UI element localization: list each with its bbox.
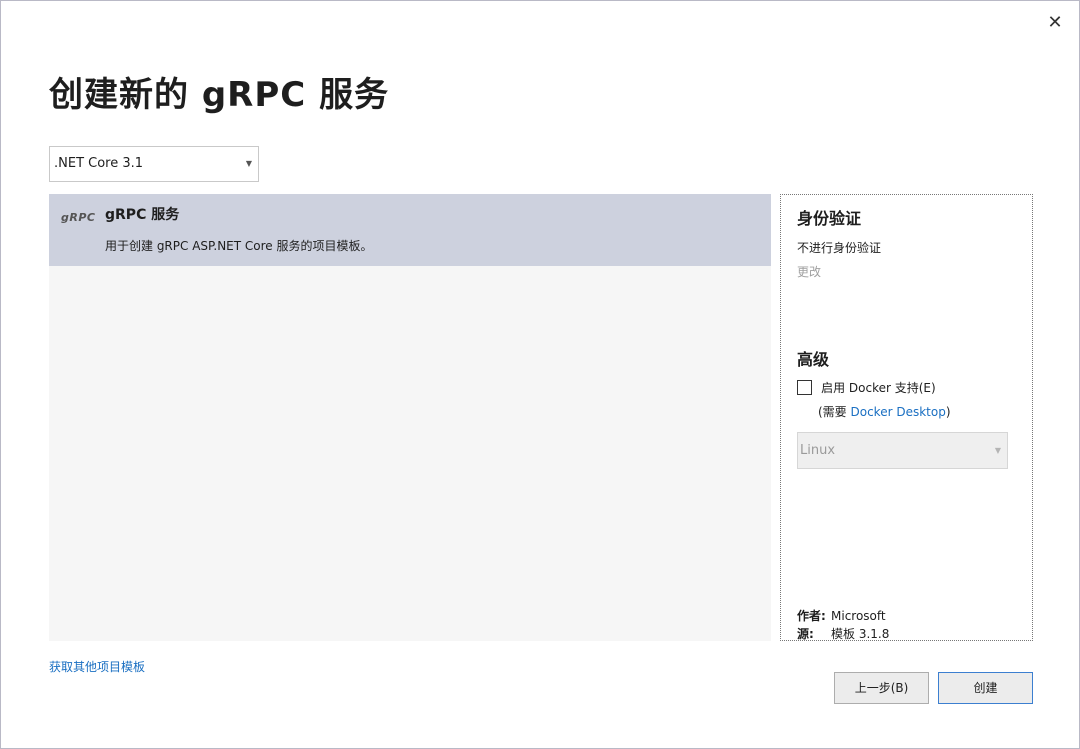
grpc-logo-icon: gRPC: [61, 211, 96, 224]
docker-support-label[interactable]: 启用 Docker 支持(E): [821, 381, 936, 395]
template-item-grpc[interactable]: gRPC gRPC 服务 用于创建 gRPC ASP.NET Core 服务的项…: [49, 194, 771, 266]
framework-select[interactable]: .NET Core 3.1 ▼: [49, 146, 259, 182]
author-key: 作者:: [797, 609, 826, 623]
template-name: gRPC 服务: [105, 207, 180, 223]
docker-note-suffix: ): [945, 405, 951, 419]
source-value: 模板 3.1.8: [831, 627, 890, 641]
os-select-value: Linux: [800, 443, 836, 458]
chevron-down-icon: ▼: [994, 446, 1001, 455]
os-select: Linux ▼: [797, 432, 1008, 469]
close-icon[interactable]: ✕: [1045, 13, 1065, 33]
details-panel: 身份验证 不进行身份验证 更改 高级 启用 Docker 支持(E) (需要 D…: [780, 194, 1033, 641]
docker-requirement-note: (需要 Docker Desktop): [818, 403, 951, 420]
advanced-section-title: 高级: [797, 350, 830, 369]
create-button[interactable]: 创建: [938, 672, 1033, 704]
template-description: 用于创建 gRPC ASP.NET Core 服务的项目模板。: [105, 239, 373, 253]
author-row: 作者: Microsoft: [797, 607, 886, 624]
docker-support-checkbox[interactable]: [797, 380, 812, 395]
source-key: 源:: [797, 627, 814, 641]
docker-support-row[interactable]: 启用 Docker 支持(E): [797, 377, 936, 395]
framework-select-value: .NET Core 3.1: [54, 156, 144, 171]
auth-value: 不进行身份验证: [797, 241, 882, 255]
chevron-down-icon: ▼: [245, 159, 252, 168]
page-title: 创建新的 gRPC 服务: [49, 75, 390, 115]
template-list: gRPC gRPC 服务 用于创建 gRPC ASP.NET Core 服务的项…: [49, 194, 771, 641]
source-row: 源: 模板 3.1.8: [797, 625, 889, 642]
get-more-templates-link[interactable]: 获取其他项目模板: [49, 658, 145, 675]
auth-change-link[interactable]: 更改: [797, 263, 821, 280]
auth-section-title: 身份验证: [797, 209, 862, 228]
author-value: Microsoft: [831, 609, 886, 623]
docker-note-prefix: (需要: [818, 405, 851, 419]
docker-desktop-link[interactable]: Docker Desktop: [851, 405, 946, 419]
back-button[interactable]: 上一步(B): [834, 672, 929, 704]
dialog-window: ✕ 创建新的 gRPC 服务 .NET Core 3.1 ▼ gRPC gRPC…: [0, 0, 1080, 749]
